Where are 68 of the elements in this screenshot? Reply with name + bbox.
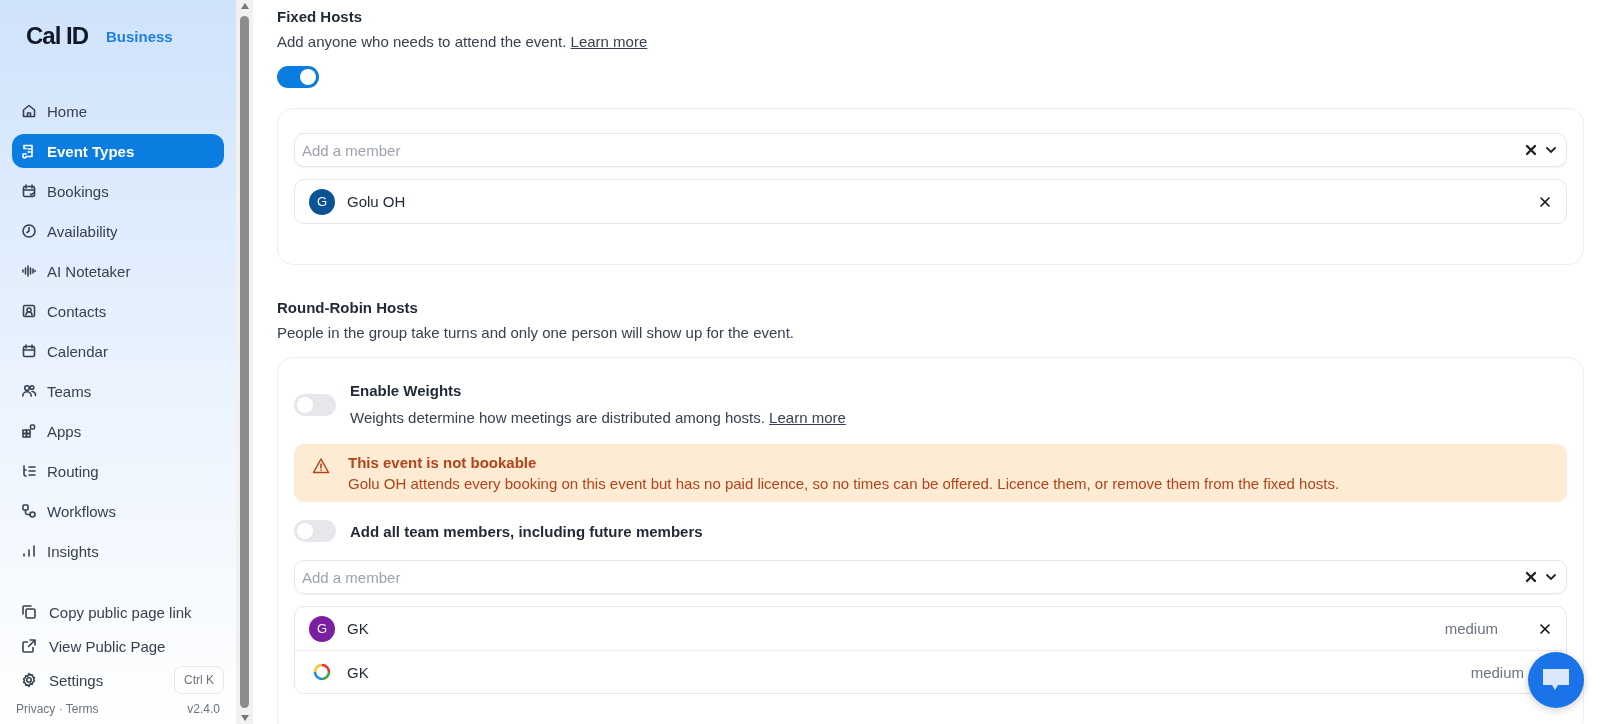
sidebar-item[interactable]: Bookings: [12, 174, 224, 208]
warning-title: This event is not bookable: [348, 454, 538, 471]
sidebar-link[interactable]: View Public Page: [12, 632, 175, 660]
logo: Cal ID: [26, 22, 88, 50]
scrollbar-thumb[interactable]: [240, 16, 249, 708]
sidebar-item[interactable]: Routing: [12, 454, 224, 488]
section-title: Round-Robin Hosts: [277, 299, 419, 316]
section-title: Fixed Hosts: [277, 8, 364, 25]
calendar-icon: [21, 343, 37, 359]
sidebar-item[interactable]: Contacts: [12, 294, 224, 328]
member-select[interactable]: Add a member: [294, 133, 1567, 167]
home-icon: [21, 103, 37, 119]
warning-icon: [312, 457, 330, 475]
toggle-switch[interactable]: [294, 520, 336, 542]
member-search-input[interactable]: Add a member: [300, 567, 1524, 587]
toggle-switch[interactable]: [294, 394, 336, 416]
contact-card-icon: [21, 303, 37, 319]
setting-description: Weights determine how meetings are distributed among hosts. Learn more: [350, 409, 846, 426]
sidebar-item[interactable]: Teams: [12, 374, 224, 408]
section-description: Add anyone who needs to attend the event. Learn more: [277, 33, 649, 50]
toggle-switch[interactable]: [277, 66, 319, 88]
priority-label: medium: [1444, 620, 1498, 637]
sidebar-item[interactable]: Workflows: [12, 494, 224, 528]
section-description: People in the group take turns and only one person will show up for the event.: [277, 324, 795, 341]
remove-button[interactable]: [1538, 194, 1552, 209]
member-name: GK: [347, 663, 370, 681]
apps-grid-icon: [21, 423, 37, 439]
remove-button[interactable]: [1538, 621, 1552, 636]
priority-label: medium: [1470, 663, 1524, 681]
sidebar-link[interactable]: Copy public page link: [12, 598, 201, 626]
member-select[interactable]: Add a member: [294, 560, 1567, 594]
clock-icon: [21, 223, 37, 239]
workflow-icon: [21, 503, 37, 519]
sidebar-item[interactable]: Calendar: [12, 334, 224, 368]
learn-more-link[interactable]: Learn more: [769, 409, 846, 426]
version-label: v2.4.0: [187, 702, 220, 716]
warning-message: Golu OH attends every booking on this event but has no paid licence, so no times can be offered. Licence them, or remove them from the fixed hosts.: [348, 475, 1340, 492]
keyboard-shortcut: Ctrl K: [174, 666, 224, 694]
external-link-icon: [21, 638, 37, 654]
settings-icon: [21, 672, 37, 688]
plan-label: Business: [106, 27, 173, 45]
member-name: GK: [347, 620, 370, 637]
sidebar-link[interactable]: Settings: [12, 666, 113, 694]
scroll-down-icon[interactable]: [239, 714, 250, 722]
bar-chart-icon: [21, 543, 37, 559]
list-tree-icon: [21, 463, 37, 479]
sidebar-item[interactable]: Event Types: [12, 134, 224, 168]
clear-icon[interactable]: [1524, 143, 1538, 157]
sidebar-item[interactable]: AI Notetaker: [12, 254, 224, 288]
sidebar-item[interactable]: Apps: [12, 414, 224, 448]
users-icon: [21, 383, 37, 399]
member-name: Golu OH: [347, 193, 407, 210]
sidebar-item[interactable]: Availability: [12, 214, 224, 248]
copy-icon: [21, 604, 37, 620]
scroll-up-icon[interactable]: [239, 2, 250, 10]
sidebar-item[interactable]: Insights: [12, 534, 224, 568]
member-search-input[interactable]: Add a member: [300, 140, 1524, 160]
learn-more-link[interactable]: Learn more: [570, 33, 648, 50]
calendar-check-icon: [21, 183, 37, 199]
footer-links[interactable]: Privacy · Terms: [16, 702, 99, 716]
setting-label: Add all team members, including future members: [350, 522, 703, 540]
clear-icon[interactable]: [1524, 570, 1538, 584]
sidebar-item[interactable]: Home: [12, 94, 224, 128]
sound-wave-icon: [21, 263, 37, 279]
chat-button[interactable]: [1528, 652, 1584, 708]
avatar: G: [309, 615, 335, 642]
avatar: G: [309, 188, 335, 215]
setting-label: Enable Weights: [350, 382, 463, 399]
